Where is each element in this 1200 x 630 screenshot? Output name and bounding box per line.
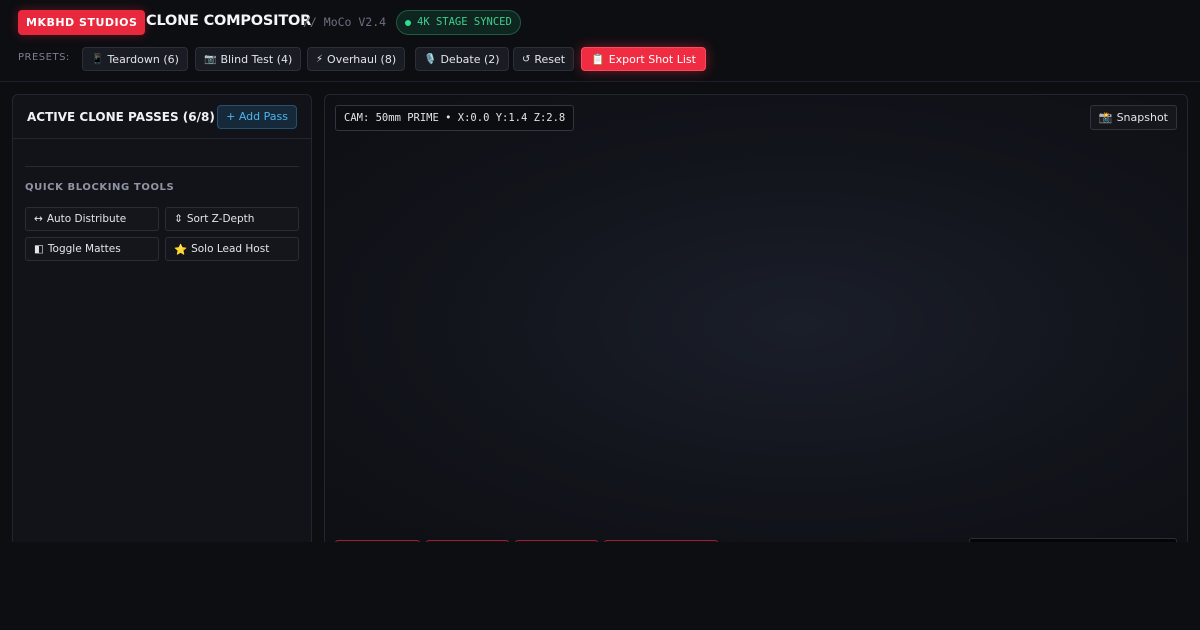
- app-title: CLONE COMPOSITOR: [146, 13, 312, 29]
- add-pass-button[interactable]: + Add Pass: [217, 105, 297, 129]
- reset-button[interactable]: ↺ Reset: [513, 47, 575, 71]
- preset-blind-test-button[interactable]: 📷 Blind Test (4): [195, 47, 302, 71]
- camera-icon: 📷: [204, 53, 217, 65]
- tool-label: Toggle Mattes: [47, 243, 121, 255]
- presets-label: PRESETS:: [18, 52, 70, 63]
- toggle-mattes-button[interactable]: ◧ Toggle Mattes: [25, 237, 159, 261]
- clone-passes-panel: ACTIVE CLONE PASSES (6/8) + Add Pass QUI…: [12, 94, 312, 554]
- clipboard-icon: 📋: [591, 52, 605, 66]
- brand-badge: MKBHD STUDIOS: [18, 10, 146, 35]
- export-label: Export Shot List: [608, 52, 696, 66]
- top-header: MKBHD STUDIOS CLONE COMPOSITOR // MoCo V…: [0, 0, 1200, 82]
- panel-title: ACTIVE CLONE PASSES (6/8): [27, 110, 215, 124]
- preset-label: Overhaul (8): [327, 52, 397, 66]
- reset-label: Reset: [534, 52, 566, 66]
- preset-label: Teardown (6): [107, 52, 179, 66]
- reset-icon: ↺: [522, 53, 531, 65]
- sort-icon: ⇕: [174, 213, 183, 225]
- tool-label: Sort Z-Depth: [186, 213, 255, 225]
- app-version: // MoCo V2.4: [303, 15, 387, 29]
- solo-lead-host-button[interactable]: ⭐ Solo Lead Host: [165, 237, 299, 261]
- panel-header: ACTIVE CLONE PASSES (6/8) + Add Pass: [13, 95, 311, 139]
- camera-readout: CAM: 50mm PRIME • X:0.0 Y:1.4 Z:2.8: [335, 105, 575, 131]
- preset-overhaul-button[interactable]: ⚡ Overhaul (8): [307, 47, 406, 71]
- divider: [25, 166, 299, 167]
- star-icon: ⭐: [174, 243, 188, 256]
- quick-tools-title: QUICK BLOCKING TOOLS: [25, 182, 175, 193]
- snapshot-label: Snapshot: [1116, 111, 1168, 124]
- microphone-icon: 🎙️: [424, 53, 437, 65]
- status-dot-icon: [405, 19, 411, 26]
- snapshot-button[interactable]: 📸 Snapshot: [1089, 105, 1177, 130]
- export-shot-list-button[interactable]: 📋 Export Shot List: [581, 47, 706, 71]
- distribute-icon: ↔: [34, 213, 43, 225]
- page-footer-area: [0, 542, 1200, 630]
- tool-label: Solo Lead Host: [191, 243, 270, 255]
- tool-label: Auto Distribute: [46, 213, 127, 225]
- matte-icon: ◧: [34, 243, 44, 255]
- phone-icon: 📱: [91, 53, 104, 65]
- sync-status-label: 4K STAGE SYNCED: [417, 16, 512, 28]
- preset-teardown-button[interactable]: 📱 Teardown (6): [82, 47, 188, 71]
- sync-status-badge: 4K STAGE SYNCED: [396, 10, 521, 35]
- lightning-icon: ⚡: [316, 53, 324, 65]
- preset-label: Blind Test (4): [220, 52, 293, 66]
- stage-viewport[interactable]: CAM: 50mm PRIME • X:0.0 Y:1.4 Z:2.8 📸 Sn…: [324, 94, 1188, 554]
- camera-flash-icon: 📸: [1098, 111, 1113, 124]
- preset-label: Debate (2): [440, 52, 500, 66]
- sort-z-depth-button[interactable]: ⇕ Sort Z-Depth: [165, 207, 299, 231]
- auto-distribute-button[interactable]: ↔ Auto Distribute: [25, 207, 159, 231]
- preset-debate-button[interactable]: 🎙️ Debate (2): [415, 47, 509, 71]
